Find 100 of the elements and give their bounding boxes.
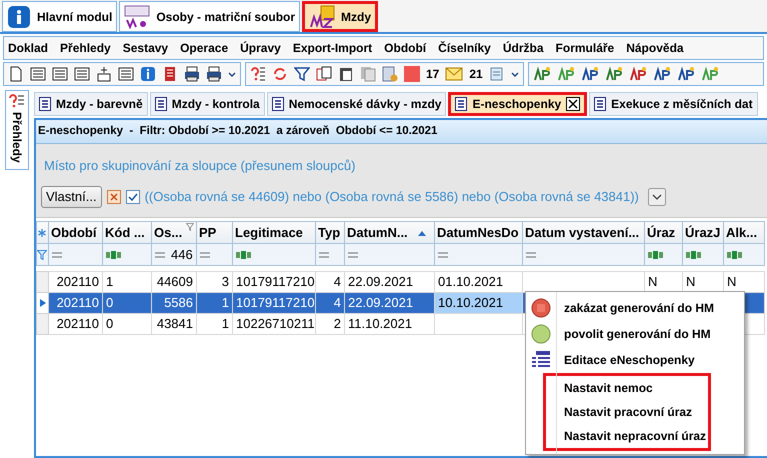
table-cell: 202110 (48, 314, 102, 334)
shortcut-icon (532, 66, 551, 82)
circle-icon (531, 298, 551, 318)
table-cell: 1 (196, 314, 232, 334)
copy-icon (316, 66, 332, 82)
table-cell: 0 (102, 314, 152, 334)
table-cell: 11.10.2021 (344, 314, 434, 334)
custom-filter-button[interactable]: Vlastní... (41, 186, 102, 208)
menu-item[interactable]: Formuláře (556, 39, 614, 57)
table-icon (74, 66, 90, 82)
document-icon (30, 66, 46, 82)
menu-item[interactable]: zakázat generování do HM (556, 299, 714, 317)
filter-expression: ((Osoba rovná se 44609) nebo (Osoba rovná se 5586) nebo (Osoba rovná se 43841)) (144, 188, 639, 206)
printer-icon (206, 66, 222, 82)
table-cell: 10.10.2021 (434, 292, 522, 314)
counter: 21 (469, 66, 483, 83)
document-icon (455, 97, 468, 111)
row-pointer-icon (40, 299, 46, 307)
text-filter-icon (648, 250, 664, 258)
panel-header: E-neschopenky - Filtr: Období >= 10.2021 a zároveň Období <= 10.2021 (36, 120, 767, 144)
menu-item[interactable]: Nápověda (626, 39, 684, 57)
circle-icon (531, 324, 551, 344)
help-icon (9, 94, 25, 108)
menu-item[interactable]: Sestavy (122, 39, 168, 57)
table-cell: 22.09.2021 (344, 272, 434, 292)
menu-item[interactable]: povolit generování do HM (556, 325, 711, 343)
counter: 17 (426, 66, 440, 83)
menu-item[interactable]: Období (384, 39, 426, 57)
info-icon (140, 66, 156, 82)
dropdown-icon (510, 72, 519, 76)
close-icon[interactable] (566, 97, 580, 111)
table-icon (52, 66, 68, 82)
document-icon (594, 97, 606, 111)
asterisk-icon (37, 228, 47, 238)
filter-icon (37, 250, 47, 260)
document-tab[interactable]: Nemocenské dávky - mzdy (266, 92, 446, 116)
square-icon (404, 66, 420, 82)
document-icon (154, 97, 167, 111)
documents-icon (360, 66, 376, 82)
text-filter-icon (236, 250, 252, 258)
shortcut-icon (628, 66, 647, 82)
equals-icon (52, 252, 62, 258)
module-tab[interactable]: Hlavní modul (2, 1, 118, 32)
note-icon (488, 66, 505, 82)
equals-icon (319, 252, 329, 258)
envelope-icon (445, 67, 464, 81)
printer-icon (184, 66, 200, 82)
shortcut-icon (700, 66, 719, 82)
menu-item[interactable]: Editace eNeschopenky (556, 351, 695, 369)
new-document-icon (8, 66, 24, 82)
document-tab[interactable]: Mzdy - kontrola (150, 92, 265, 116)
equals-icon (348, 252, 358, 258)
dropdown-button[interactable] (648, 188, 666, 206)
menu-item[interactable]: Nastavit nemoc (556, 379, 653, 397)
book-icon (162, 66, 178, 82)
shortcut-icon (556, 66, 575, 82)
document-tab[interactable]: Mzdy - barevně (34, 92, 148, 116)
info-icon (7, 4, 31, 28)
add-icon (96, 66, 112, 82)
menu-item[interactable]: Operace (180, 39, 228, 57)
menu-item[interactable]: Úpravy (240, 39, 281, 57)
module-logo-icon (124, 4, 150, 28)
table-cell: 43841 (152, 314, 196, 334)
table-cell: 10226710211 (232, 314, 316, 334)
checkbox[interactable] (126, 190, 140, 204)
equals-icon (155, 252, 165, 258)
dropdown-icon (228, 72, 236, 76)
module-tab[interactable]: Osoby - matriční soubor (119, 1, 300, 32)
menu-item[interactable]: Údržba (502, 39, 544, 57)
text-filter-icon (727, 250, 743, 258)
text-filter-icon (686, 250, 702, 258)
clear-filter-icon (106, 190, 121, 204)
shortcut-icon (652, 66, 671, 82)
menu-item[interactable]: Doklad (8, 39, 48, 57)
document-icon (272, 97, 284, 111)
menu-item[interactable]: Nastavit nepracovní úraz (556, 427, 706, 445)
text-filter-icon (106, 250, 122, 258)
shortcut-icon (604, 66, 623, 82)
document-tab[interactable]: E-neschopenky (448, 92, 588, 116)
module-logo-icon (309, 4, 336, 28)
shortcut-icon (676, 66, 695, 82)
menu-item[interactable]: Export-Import (292, 39, 372, 57)
equals-icon (438, 252, 448, 258)
menu-item[interactable]: Nastavit pracovní úraz (556, 403, 692, 421)
help-icon (250, 66, 266, 82)
list-icon (118, 66, 134, 82)
refresh-icon (272, 66, 288, 82)
table-icon (532, 351, 550, 369)
menu-item[interactable]: Číselníky (438, 39, 491, 57)
shortcut-icon (580, 66, 599, 82)
table-cell: 2 (316, 314, 344, 334)
document-tab[interactable]: Exekuce z měsíčních dat (589, 92, 758, 116)
equals-icon (526, 252, 536, 258)
filter-icon (294, 66, 310, 82)
side-tab[interactable]: Přehledy (5, 90, 29, 170)
menu-item[interactable]: Přehledy (60, 39, 111, 57)
module-tab[interactable]: Mzdy (302, 1, 378, 32)
group-hint: Místo pro skupinování za sloupce (přesunem sloupců) (43, 157, 356, 175)
document-icon (39, 97, 51, 111)
table-cell: 01.10.2021 (434, 272, 522, 292)
